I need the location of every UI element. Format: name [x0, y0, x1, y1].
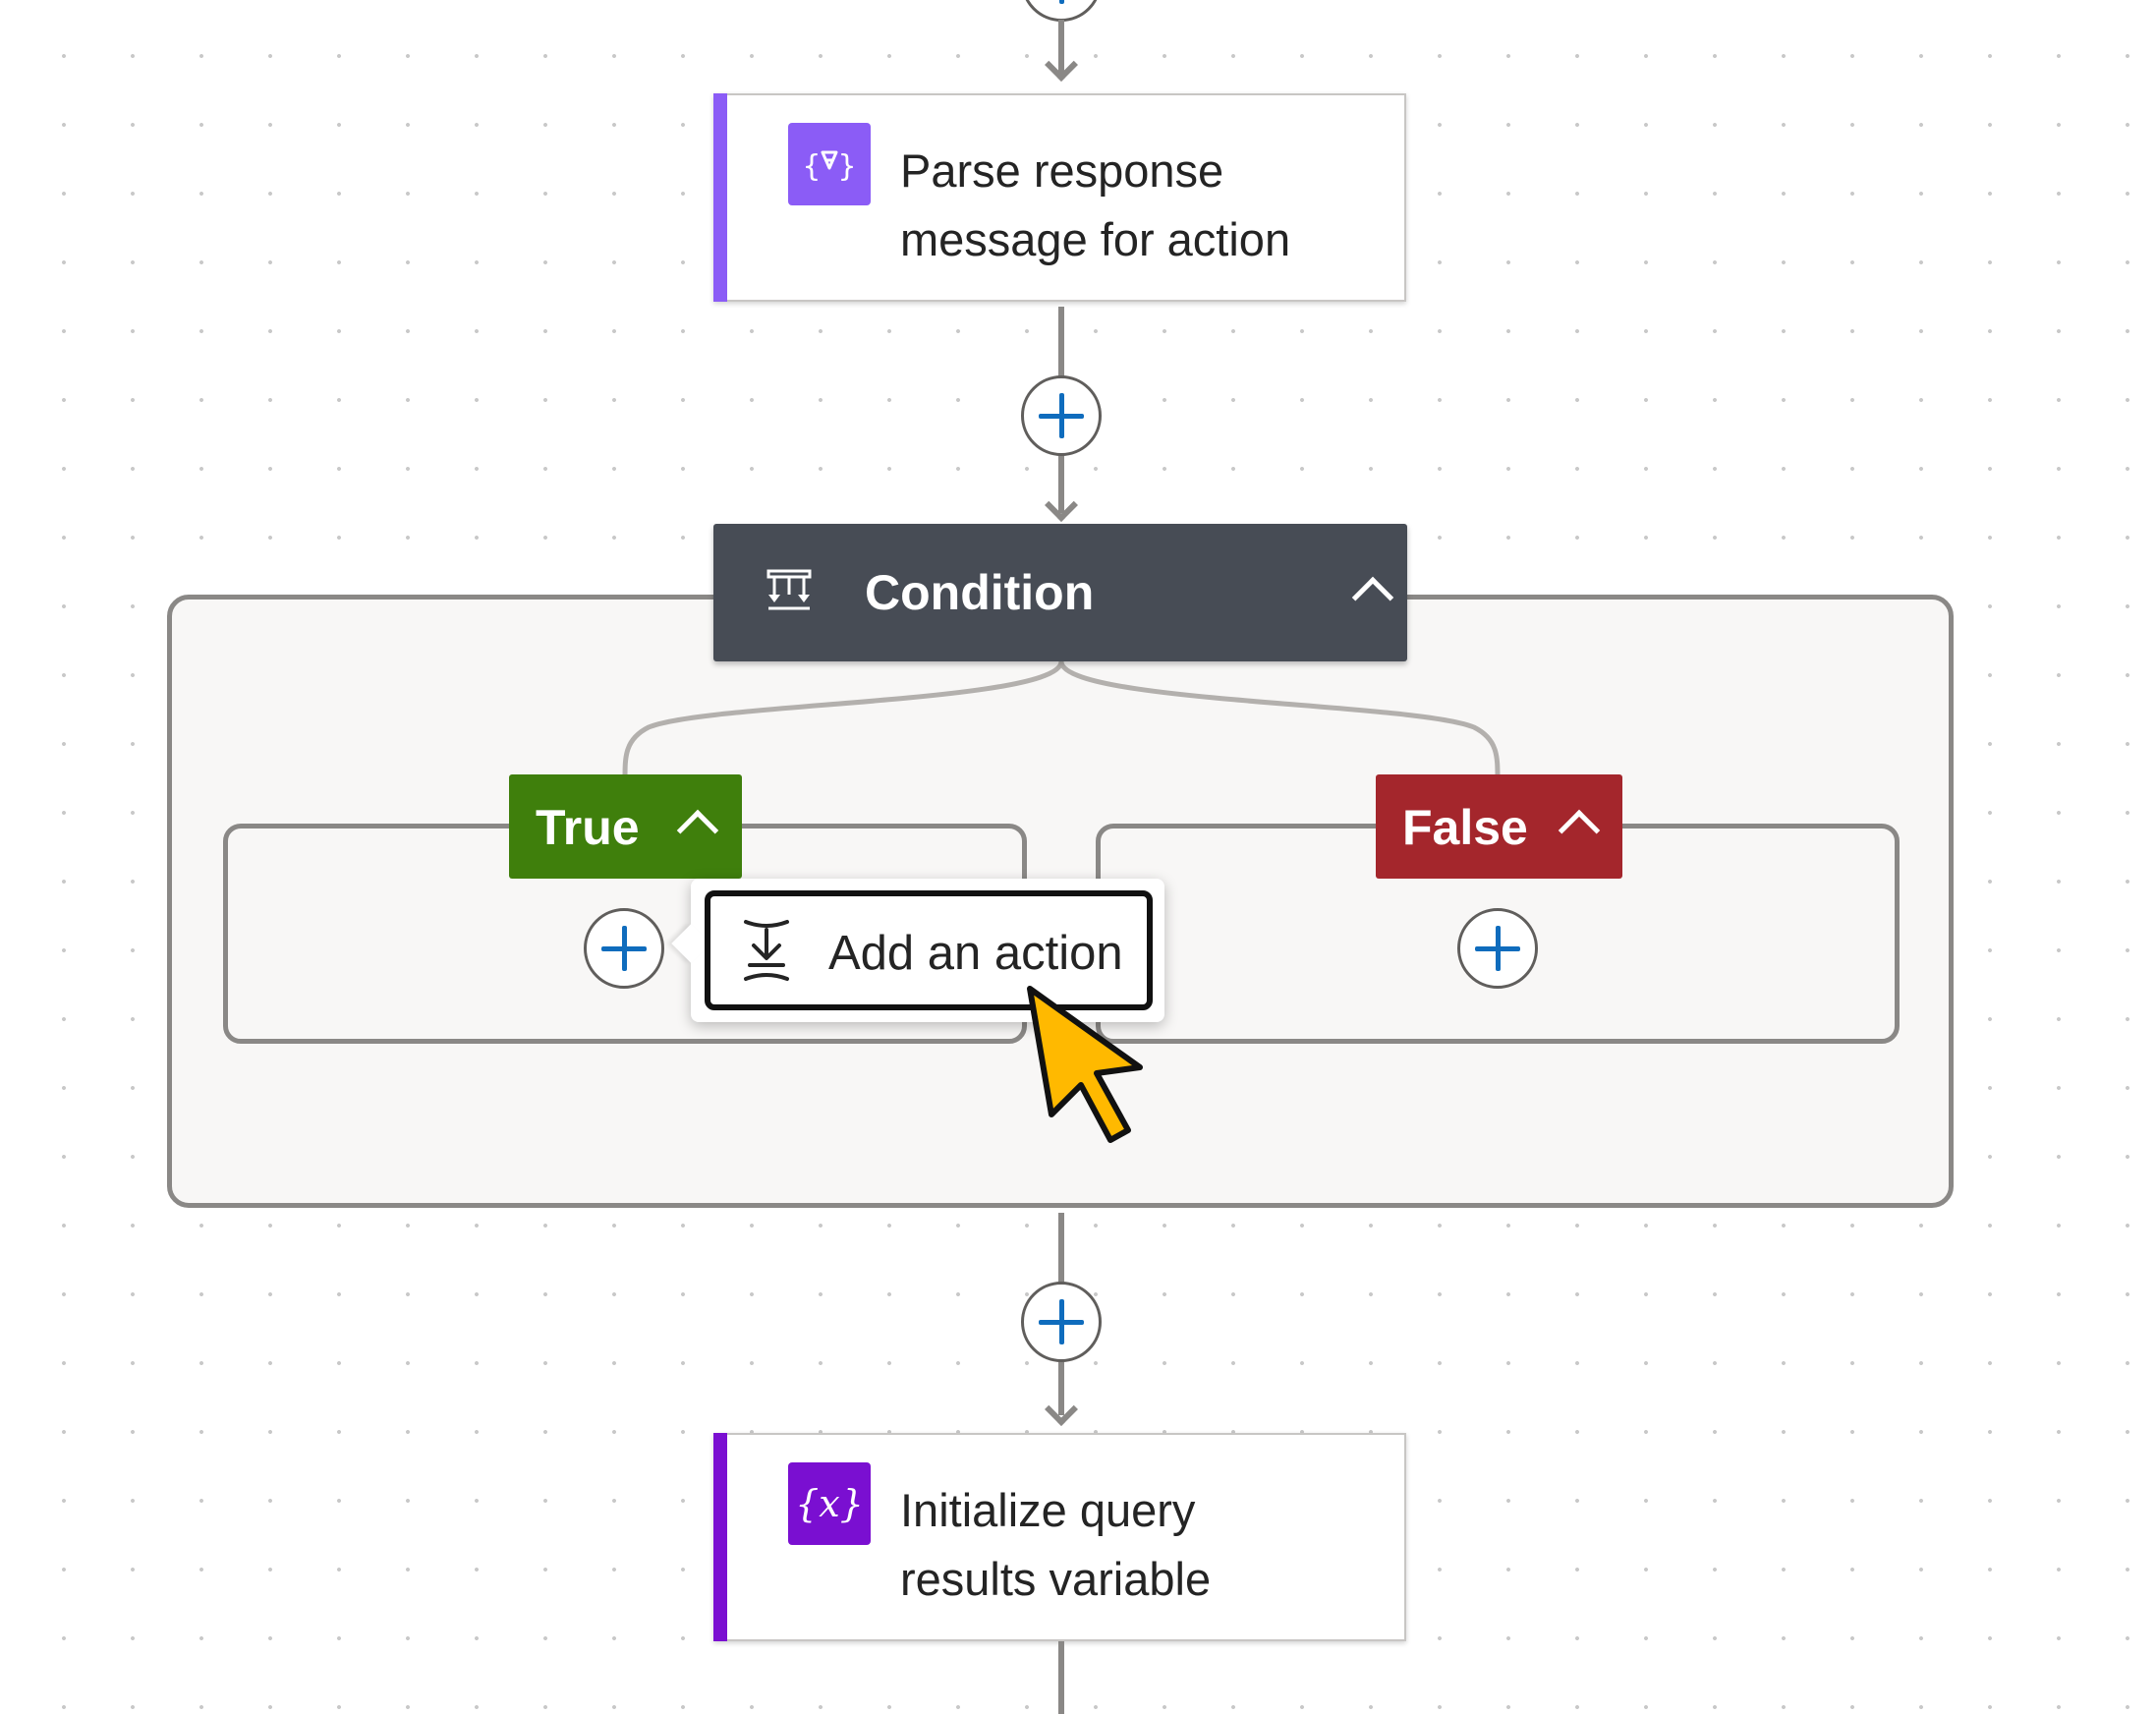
add-step-button[interactable]: [1021, 375, 1102, 456]
connector-arrow: [1045, 488, 1078, 522]
chevron-up-icon[interactable]: [676, 809, 719, 852]
card-title-line1: Initialize query: [900, 1484, 1196, 1536]
connector-arrow: [1045, 48, 1078, 82]
false-branch-text: False: [1402, 800, 1528, 855]
initialize-variable-card[interactable]: {𝑥} Initialize query results variable: [713, 1433, 1406, 1641]
card-title: Parse response message for action: [900, 137, 1372, 274]
true-branch-text: True: [536, 800, 640, 855]
card-accent-bar: [713, 93, 727, 302]
condition-title: Condition: [865, 565, 1095, 620]
add-action-true-button[interactable]: [584, 908, 664, 989]
add-action-icon: [740, 918, 793, 983]
card-title-line1: Parse response: [900, 144, 1224, 197]
parse-json-icon: { }: [788, 123, 871, 205]
add-action-label: Add an action: [828, 927, 1123, 980]
chevron-up-icon[interactable]: [1558, 809, 1601, 852]
card-accent-bar: [713, 1433, 727, 1641]
condition-header[interactable]: Condition: [713, 524, 1407, 661]
add-step-button[interactable]: [1021, 1282, 1102, 1362]
card-title-line2: results variable: [900, 1553, 1212, 1605]
card-title: Initialize query results variable: [900, 1476, 1372, 1614]
chevron-up-icon[interactable]: [1351, 576, 1394, 619]
connector-arrow: [1045, 1393, 1078, 1426]
add-action-false-button[interactable]: [1457, 908, 1538, 989]
condition-icon: [765, 567, 814, 616]
connector-line: [1058, 1641, 1064, 1714]
variable-icon: {𝑥}: [788, 1462, 871, 1545]
add-step-button-top[interactable]: [1021, 0, 1102, 22]
true-branch-label[interactable]: True: [509, 774, 742, 879]
false-branch-label[interactable]: False: [1376, 774, 1622, 879]
card-title-line2: message for action: [900, 213, 1291, 265]
parse-response-card[interactable]: { } Parse response message for action: [713, 93, 1406, 302]
pointer-cursor-icon: [1022, 983, 1160, 1150]
